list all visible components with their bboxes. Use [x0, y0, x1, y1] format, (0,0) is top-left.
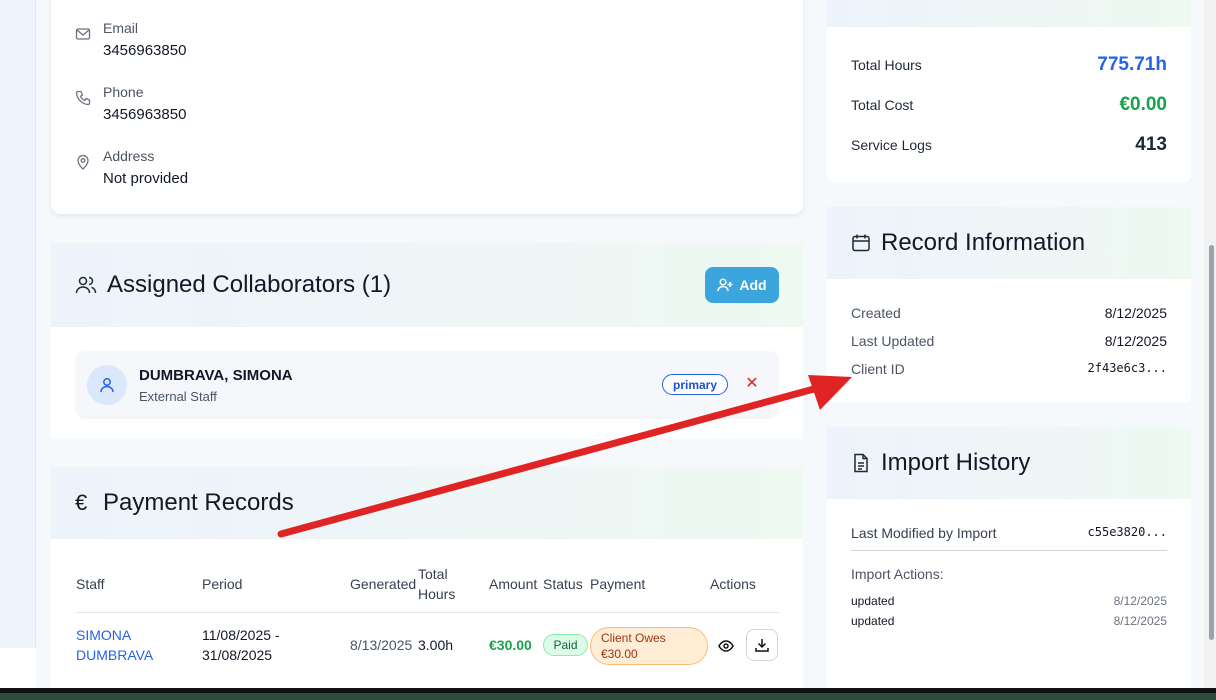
period-start: 11/08/2025 - [202, 627, 280, 643]
created-value: 8/12/2025 [1104, 305, 1167, 321]
user-icon [100, 378, 114, 393]
created-label: Created [851, 305, 901, 321]
left-rail-footer [0, 648, 36, 688]
total-hours-value: 775.71h [1097, 54, 1167, 75]
address-row: Address Not provided [75, 148, 188, 187]
eye-icon [718, 640, 734, 652]
service-statistics-header [827, 0, 1191, 27]
primary-badge: primary [662, 374, 728, 395]
email-row: Email 3456963850 [75, 20, 186, 59]
import-history-card: Last Modified by Import c55e3820... Impo… [827, 499, 1191, 688]
phone-value: 3456963850 [103, 106, 187, 123]
file-text-icon [854, 453, 868, 473]
collaborator-role: External Staff [139, 389, 217, 404]
phone-label: Phone [103, 84, 144, 100]
col-total-hours-2: Hours [418, 586, 456, 602]
client-id-label: Client ID [851, 361, 905, 377]
record-info-title: Record Information [881, 229, 1086, 256]
add-collaborator-button[interactable]: Add [705, 267, 779, 303]
remove-collaborator-close-icon[interactable]: ✕ [743, 373, 761, 395]
import-action-2-date: 8/12/2025 [1113, 614, 1167, 628]
contact-info-card: Email 3456963850 Phone 3456963850 Addres… [51, 0, 803, 214]
payment-badge-line1: Client Owes [601, 631, 666, 645]
payment-badge: Client Owes €30.00 [590, 627, 708, 665]
collaborator-item: DUMBRAVA, SIMONA External Staff primary … [75, 351, 779, 419]
status-badge: Paid [543, 634, 588, 656]
address-label: Address [103, 148, 155, 164]
payments-header: € Payment Records [51, 467, 803, 539]
left-rail [0, 0, 36, 700]
euro-icon: € [75, 490, 88, 515]
service-logs-label: Service Logs [851, 137, 932, 153]
collaborators-title: Assigned Collaborators (1) [107, 271, 392, 298]
address-value: Not provided [103, 170, 189, 187]
import-action-2: updated [851, 614, 895, 628]
phone-icon [75, 90, 91, 106]
staff-link-last[interactable]: DUMBRAVA [76, 645, 153, 665]
service-logs-value: 413 [1135, 134, 1167, 155]
collaborators-list: DUMBRAVA, SIMONA External Staff primary … [51, 327, 803, 439]
period-end: 31/08/2025 [202, 647, 273, 663]
email-value: 3456963850 [103, 42, 187, 59]
import-action-1: updated [851, 594, 895, 608]
client-id-value: 2f43e6c3... [1087, 361, 1167, 375]
record-info-card: Created 8/12/2025 Last Updated 8/12/2025… [827, 279, 1191, 403]
users-icon [75, 276, 97, 294]
total-hours-label: Total Hours [851, 57, 922, 73]
collaborators-header: Assigned Collaborators (1) Add [51, 243, 803, 327]
service-statistics-card: Total Hours 775.71h Total Cost €0.00 Ser… [827, 27, 1191, 183]
payment-badge-line2: €30.00 [601, 647, 638, 661]
col-generated: Generated [350, 576, 417, 592]
download-icon [755, 639, 769, 652]
updated-label: Last Updated [851, 333, 935, 349]
scrollbar-thumb[interactable] [1209, 245, 1214, 640]
user-plus-icon [717, 278, 733, 292]
collaborator-name: DUMBRAVA, SIMONA [139, 367, 293, 384]
view-button[interactable] [710, 630, 742, 662]
updated-value: 8/12/2025 [1104, 333, 1167, 349]
total-cost-value: €0.00 [1119, 94, 1167, 115]
col-amount: Amount [489, 576, 538, 592]
hours-value: 3.00h [418, 637, 454, 653]
import-history-header: Import History [827, 427, 1191, 499]
col-actions: Actions [710, 576, 756, 592]
email-label: Email [103, 20, 139, 36]
add-button-label: Add [739, 277, 767, 293]
last-modified-label: Last Modified by Import [851, 525, 997, 541]
import-history-title: Import History [881, 449, 1031, 476]
import-action-1-date: 8/12/2025 [1113, 594, 1167, 608]
last-modified-value: c55e3820... [1087, 525, 1167, 539]
col-status: Status [543, 576, 583, 592]
avatar [87, 365, 127, 405]
table-divider [75, 612, 779, 613]
payments-table: Staff Period Generated Total Hours Amoun… [51, 539, 803, 688]
import-actions-label: Import Actions: [851, 566, 944, 582]
amount-value: €30.00 [489, 637, 532, 653]
map-pin-icon [77, 154, 89, 170]
download-button[interactable] [746, 629, 778, 661]
phone-row: Phone 3456963850 [75, 84, 186, 123]
calendar-icon [852, 234, 870, 252]
payments-title: Payment Records [103, 489, 294, 516]
import-divider [851, 550, 1167, 551]
record-info-header: Record Information [827, 207, 1191, 279]
total-cost-label: Total Cost [851, 97, 914, 113]
staff-link-first[interactable]: SIMONA [76, 625, 131, 645]
taskbar-strip [0, 688, 1216, 700]
col-period: Period [202, 576, 243, 592]
col-total-hours-1: Total [418, 566, 448, 582]
col-staff: Staff [76, 576, 105, 592]
mail-icon [75, 28, 91, 40]
generated-date: 8/13/2025 [350, 637, 413, 653]
col-payment: Payment [590, 576, 646, 592]
